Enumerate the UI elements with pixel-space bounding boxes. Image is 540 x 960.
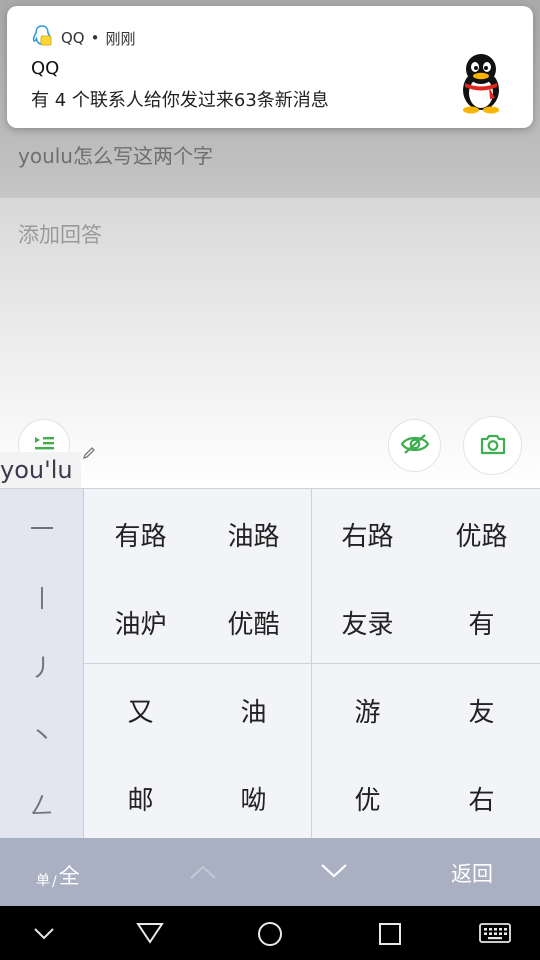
candidate[interactable]: 邮 — [84, 780, 197, 817]
stroke-filter-column: 一 丨 丿 丶 𠃋 — [0, 488, 84, 838]
notification-dot: • — [90, 29, 100, 47]
candidate[interactable]: 油 — [197, 692, 310, 729]
divider — [0, 488, 540, 489]
mode-full-label: 全 — [58, 864, 80, 888]
candidate[interactable]: 右路 — [311, 516, 424, 553]
stroke-key-horizontal[interactable]: 一 — [0, 509, 84, 544]
system-navigation-bar — [0, 906, 540, 960]
back-button[interactable]: 返回 — [451, 858, 493, 888]
qq-penguin-icon — [455, 52, 507, 118]
candidate[interactable]: 又 — [84, 692, 197, 729]
keyboard-icon[interactable] — [478, 922, 512, 948]
notification-title: QQ — [31, 58, 60, 79]
candidate[interactable]: 有路 — [84, 516, 197, 553]
chevron-up-icon[interactable] — [189, 864, 217, 884]
question-title: youlu怎么写这两个字 — [18, 144, 213, 168]
notification-body: 有 4 个联系人给你发过来63条新消息 — [31, 90, 329, 111]
candidate[interactable]: 有 — [425, 604, 538, 641]
candidate[interactable]: 右 — [425, 780, 538, 817]
home-circle-icon[interactable] — [256, 920, 284, 952]
qq-notification[interactable]: QQ • 刚刚 QQ 有 4 个联系人给你发过来63条新消息 — [7, 6, 533, 128]
notification-time: 刚刚 — [105, 29, 136, 48]
answer-input[interactable]: 添加回答 — [18, 219, 102, 249]
notification-app-name: QQ — [61, 29, 85, 47]
candidate[interactable]: 优路 — [425, 516, 538, 553]
candidate[interactable]: 友 — [425, 692, 538, 729]
mode-separator: / — [52, 874, 57, 890]
keyboard-toolbar: 单 / 全 返回 — [0, 838, 540, 906]
eye-off-icon — [400, 432, 430, 460]
recents-square-icon[interactable] — [377, 921, 403, 951]
notification-header: QQ • 刚刚 — [31, 24, 136, 52]
chevron-down-icon[interactable] — [320, 863, 348, 883]
pinyin-composition: you'lu — [0, 452, 81, 488]
stroke-key-turning[interactable]: 𠃋 — [0, 786, 84, 821]
camera-button[interactable] — [463, 416, 522, 475]
anonymous-button[interactable] — [388, 419, 441, 472]
candidate[interactable]: 游 — [311, 692, 424, 729]
candidate[interactable]: 油路 — [197, 516, 310, 553]
back-triangle-icon[interactable] — [136, 921, 164, 949]
qq-small-icon — [31, 24, 53, 52]
candidate[interactable]: 优酷 — [197, 604, 310, 641]
stroke-key-dot[interactable]: 丶 — [0, 716, 84, 751]
mode-single-label: 单 — [36, 873, 50, 889]
divider — [84, 663, 540, 664]
camera-icon — [479, 432, 507, 460]
single-full-toggle[interactable]: 单 / 全 — [36, 860, 80, 890]
hide-keyboard-icon[interactable] — [33, 926, 55, 945]
candidate[interactable]: 优 — [311, 780, 424, 817]
candidate[interactable]: 呦 — [197, 780, 310, 817]
pencil-icon — [82, 445, 96, 464]
candidate[interactable]: 油炉 — [84, 604, 197, 641]
candidate[interactable]: 友录 — [311, 604, 424, 641]
stroke-key-vertical[interactable]: 丨 — [0, 579, 84, 614]
stroke-key-left-falling[interactable]: 丿 — [0, 648, 84, 683]
ime-keyboard: 一 丨 丿 丶 𠃋 有路 油路 右路 优路 油炉 优酷 友录 有 又 油 游 友… — [0, 488, 540, 906]
